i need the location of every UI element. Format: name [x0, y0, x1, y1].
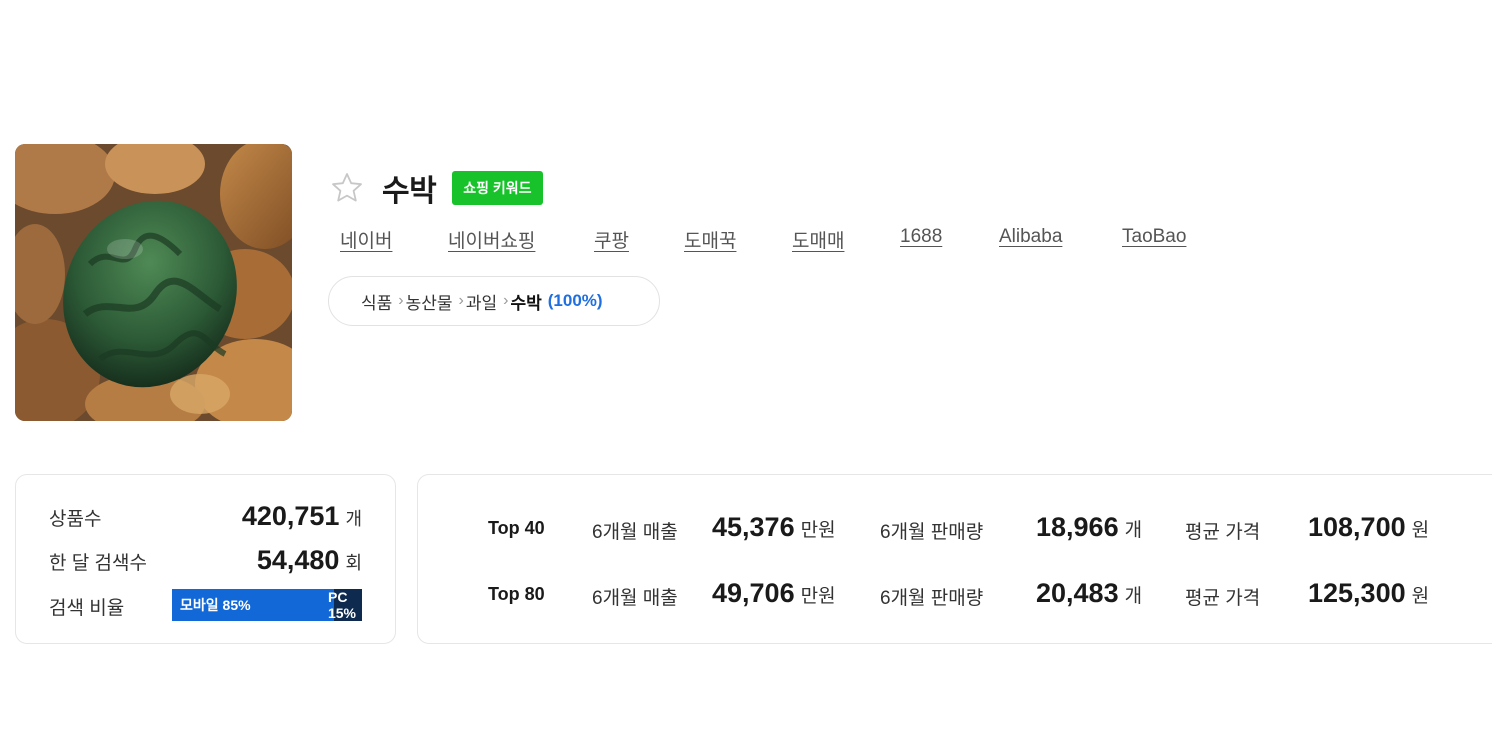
- volume-label: 6개월 판매량: [880, 588, 984, 609]
- avg-price-unit: 원: [1411, 586, 1430, 607]
- category-breadcrumb: 식품 › 농산물 › 과일 › 수박 (100%): [328, 276, 660, 326]
- volume-label: 6개월 판매량: [880, 522, 984, 543]
- link-domeme[interactable]: 도매매: [792, 226, 849, 253]
- link-naver[interactable]: 네이버: [340, 226, 397, 253]
- avg-price-unit: 원: [1411, 520, 1430, 541]
- pc-ratio-label: PC 15%: [327, 589, 357, 621]
- pc-ratio-segment: PC 15%: [328, 589, 362, 621]
- monthly-search-row: 한 달 검색수 54,480 회: [49, 545, 362, 576]
- keyword-title: 수박: [382, 175, 437, 208]
- product-image: [15, 144, 292, 421]
- product-count-value: 420,751: [241, 501, 340, 531]
- top-row-label: Top 40: [488, 518, 545, 538]
- sales-value-wrap: 49,706 만원: [712, 578, 836, 609]
- category-level-1: 식품: [361, 293, 393, 313]
- avg-price-value: 108,700: [1308, 512, 1406, 542]
- sales-value: 49,706: [712, 578, 795, 608]
- search-ratio-label: 검색 비율: [49, 598, 125, 619]
- external-links: 네이버 네이버쇼핑 쿠팡 도매꾹 도매매 1688 Alibaba TaoBao: [340, 226, 1197, 253]
- sales-label: 6개월 매출: [592, 588, 678, 609]
- link-1688[interactable]: 1688: [900, 226, 948, 253]
- monthly-search-value: 54,480: [256, 545, 340, 575]
- monthly-search-unit: 회: [345, 553, 362, 573]
- sales-unit: 만원: [800, 520, 836, 541]
- mobile-ratio-segment: 모바일 85%: [172, 589, 334, 621]
- keyword-title-row: 수박 쇼핑 키워드: [330, 168, 543, 208]
- volume-value: 18,966: [1036, 512, 1119, 542]
- sales-value: 45,376: [712, 512, 795, 542]
- keyword-type-badge: 쇼핑 키워드: [452, 171, 543, 205]
- top-row-label: Top 80: [488, 584, 545, 604]
- avg-price-label: 평균 가격: [1185, 588, 1261, 609]
- avg-price-value: 125,300: [1308, 578, 1406, 608]
- volume-unit: 개: [1124, 586, 1143, 607]
- avg-price-label: 평균 가격: [1185, 522, 1261, 543]
- link-naver-shopping[interactable]: 네이버쇼핑: [448, 226, 543, 253]
- avg-price-value-wrap: 108,700 원: [1308, 512, 1429, 543]
- link-alibaba[interactable]: Alibaba: [999, 226, 1071, 253]
- avg-price-value-wrap: 125,300 원: [1308, 578, 1429, 609]
- star-icon[interactable]: [330, 171, 364, 205]
- product-count-label: 상품수: [49, 509, 102, 530]
- sales-unit: 만원: [800, 586, 836, 607]
- product-count-row: 상품수 420,751 개: [49, 501, 362, 532]
- sales-value-wrap: 45,376 만원: [712, 512, 836, 543]
- chevron-right-icon: ›: [503, 292, 509, 309]
- volume-unit: 개: [1124, 520, 1143, 541]
- sales-label: 6개월 매출: [592, 522, 678, 543]
- keyword-stats-card: 상품수 420,751 개 한 달 검색수 54,480 회 검색 비율 모바일 8…: [15, 474, 396, 644]
- link-coupang[interactable]: 쿠팡: [594, 226, 633, 253]
- top-sellers-card: Top 40 6개월 매출 45,376 만원 6개월 판매량 18,966 개 평…: [417, 474, 1492, 644]
- category-level-2: 농산물: [405, 293, 453, 313]
- link-domeggook[interactable]: 도매꾹: [684, 226, 741, 253]
- category-current: 수박: [510, 293, 542, 313]
- category-level-3: 과일: [465, 293, 498, 313]
- monthly-search-label: 한 달 검색수: [49, 553, 147, 574]
- top-80-row: Top 80 6개월 매출 49,706 만원 6개월 판매량 20,483 개 평…: [418, 574, 1492, 614]
- search-ratio-bar: 모바일 85% PC 15%: [172, 589, 362, 621]
- chevron-right-icon: ›: [398, 292, 404, 309]
- volume-value: 20,483: [1036, 578, 1119, 608]
- top-40-row: Top 40 6개월 매출 45,376 만원 6개월 판매량 18,966 개 평…: [418, 508, 1492, 548]
- volume-value-wrap: 18,966 개: [1036, 512, 1142, 543]
- category-percent: (100%): [547, 291, 603, 310]
- chevron-right-icon: ›: [458, 292, 464, 309]
- volume-value-wrap: 20,483 개: [1036, 578, 1142, 609]
- product-count-unit: 개: [345, 509, 362, 529]
- mobile-ratio-label: 모바일 85%: [180, 597, 251, 613]
- link-taobao[interactable]: TaoBao: [1122, 226, 1197, 253]
